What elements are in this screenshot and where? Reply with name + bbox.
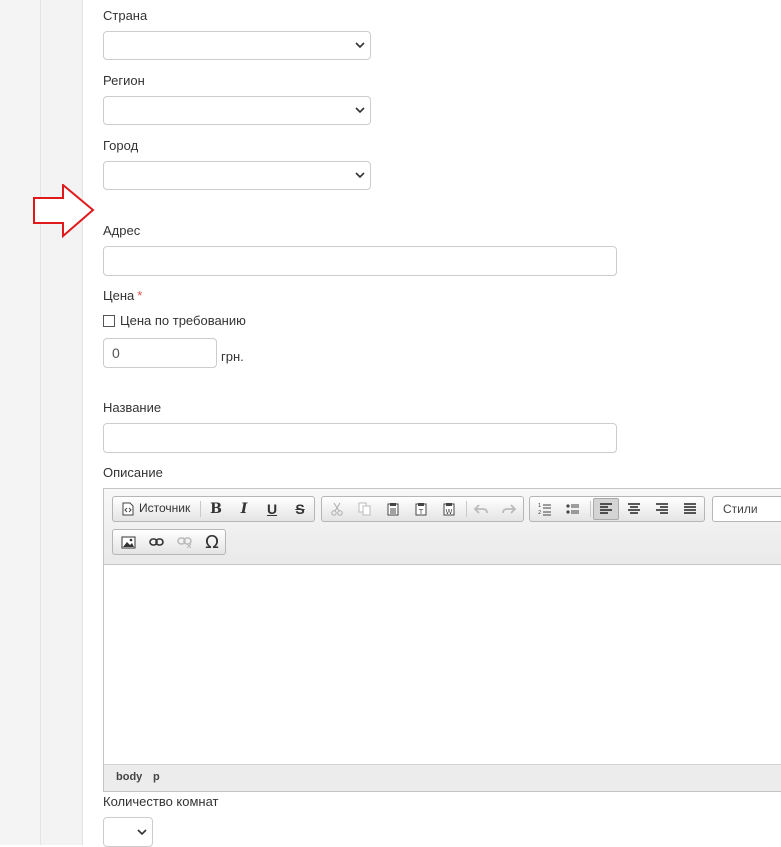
chevron-down-icon [137, 829, 147, 836]
svg-text:T: T [418, 508, 424, 516]
unlink-icon[interactable] [171, 531, 197, 553]
rooms-label: Количество комнат [103, 794, 219, 809]
numbered-list-icon[interactable]: 12 [532, 498, 558, 520]
link-icon[interactable] [143, 531, 169, 553]
chevron-down-icon [355, 107, 365, 114]
editor-content[interactable] [104, 565, 781, 765]
cut-icon[interactable] [324, 498, 350, 520]
chevron-down-icon [355, 172, 365, 179]
description-label: Описание [103, 465, 163, 480]
paste-text-icon[interactable]: T [408, 498, 434, 520]
chevron-down-icon [355, 42, 365, 49]
sidebar-column [40, 0, 83, 845]
title-input[interactable] [103, 423, 617, 453]
align-center-icon[interactable] [621, 498, 647, 520]
copy-icon[interactable] [352, 498, 378, 520]
undo-icon[interactable] [468, 498, 494, 520]
underline-icon[interactable]: U [259, 498, 285, 520]
title-label: Название [103, 400, 162, 415]
path-p[interactable]: p [153, 771, 160, 783]
align-left-icon[interactable] [593, 498, 619, 520]
bulleted-list-icon[interactable] [560, 498, 586, 520]
source-button[interactable]: Источник [139, 501, 190, 515]
city-select[interactable] [103, 161, 371, 190]
paste-icon[interactable] [380, 498, 406, 520]
price-on-request-label[interactable]: Цена по требованию [120, 313, 246, 328]
path-body[interactable]: body [116, 771, 142, 783]
editor-statusbar: body p [104, 764, 781, 791]
country-label: Страна [103, 8, 148, 23]
source-icon[interactable] [115, 498, 141, 520]
image-icon[interactable] [115, 531, 141, 553]
page-left-gutter [0, 0, 40, 845]
special-char-icon[interactable]: Ω [199, 531, 225, 553]
toolbar-group-paragraph: 12 [529, 496, 705, 522]
styles-label: Стили [723, 502, 758, 516]
bold-icon[interactable]: B [203, 498, 229, 520]
toolbar-group-basic: Источник B I U S [112, 496, 315, 522]
rich-text-editor: Источник B I U S T W 1 2 Стили Ω body p [103, 488, 781, 792]
required-mark: * [137, 288, 143, 303]
editor-toolbar: Источник B I U S T W 1 2 Стили Ω [104, 489, 781, 565]
align-right-icon[interactable] [649, 498, 675, 520]
justify-icon[interactable] [677, 498, 703, 520]
svg-text:1: 1 [538, 503, 541, 509]
arrow-right-icon [33, 184, 95, 238]
country-select[interactable] [103, 31, 371, 60]
currency-label: грн. [221, 349, 244, 364]
address-label: Адрес [103, 223, 141, 238]
toolbar-group-insert: Ω [112, 529, 226, 555]
price-label: Цена * [103, 288, 142, 303]
region-select[interactable] [103, 96, 371, 125]
redo-icon[interactable] [496, 498, 522, 520]
price-label-text: Цена [103, 288, 135, 303]
styles-dropdown[interactable]: Стили [712, 496, 781, 522]
paste-word-icon[interactable]: W [436, 498, 462, 520]
svg-text:W: W [446, 508, 453, 516]
rooms-select[interactable] [103, 817, 153, 847]
price-on-request-checkbox[interactable] [103, 315, 115, 327]
city-label: Город [103, 138, 139, 153]
svg-text:2: 2 [538, 510, 541, 516]
toolbar-group-clipboard: T W [321, 496, 524, 522]
region-label: Регион [103, 73, 145, 88]
address-input[interactable] [103, 246, 617, 276]
italic-icon[interactable]: I [231, 498, 257, 520]
strike-icon[interactable]: S [287, 498, 313, 520]
price-input[interactable]: 0 [103, 338, 217, 368]
